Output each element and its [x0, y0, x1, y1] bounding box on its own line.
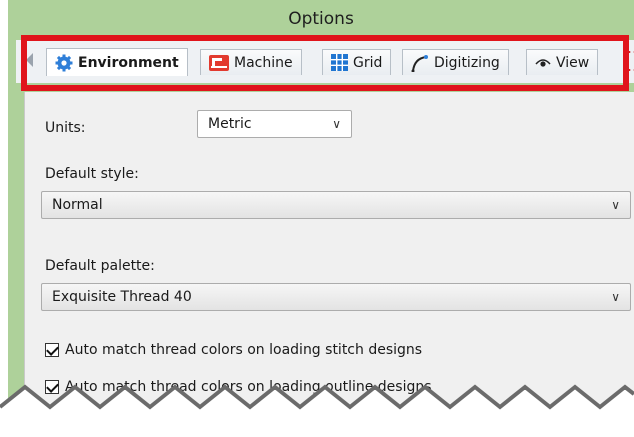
- default-palette-label: Default palette:: [45, 258, 155, 274]
- options-window: Options Environment Machine Grid Digitiz…: [8, 0, 634, 405]
- tab-strip-highlight-box: [21, 35, 629, 91]
- default-palette-dropdown[interactable]: Exquisite Thread 40 ∨: [41, 283, 631, 311]
- default-palette-value: Exquisite Thread 40: [52, 289, 192, 305]
- chevron-down-icon: ∨: [611, 198, 620, 212]
- torn-edge-divider: [0, 384, 634, 437]
- auto-match-stitch-checkbox[interactable]: [45, 343, 59, 357]
- default-style-dropdown[interactable]: Normal ∨: [41, 191, 631, 219]
- default-style-value: Normal: [52, 197, 103, 213]
- units-label: Units:: [45, 120, 86, 136]
- window-title: Options: [288, 9, 354, 29]
- units-value: Metric: [208, 116, 252, 132]
- auto-match-stitch-row[interactable]: Auto match thread colors on loading stit…: [45, 342, 422, 358]
- environment-settings-panel: Units: Metric ∨ Default style: Normal ∨ …: [24, 92, 634, 405]
- chevron-down-icon: ∨: [611, 290, 620, 304]
- checkbox-label: Auto match thread colors on loading stit…: [65, 342, 423, 358]
- units-dropdown[interactable]: Metric ∨: [197, 110, 352, 138]
- chevron-down-icon: ∨: [332, 117, 341, 131]
- default-style-label: Default style:: [45, 166, 139, 182]
